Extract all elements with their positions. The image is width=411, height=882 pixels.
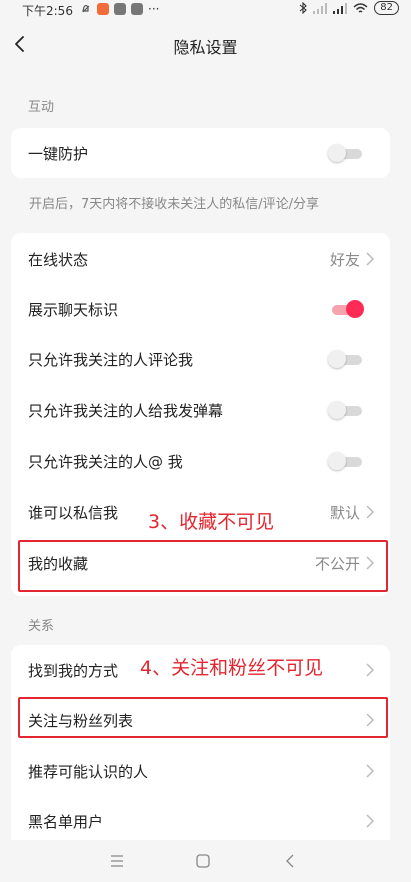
- nav-bar: 隐私设置: [0, 20, 411, 70]
- section-label-interaction: 互动: [28, 100, 55, 115]
- setting-label: 在线状态: [28, 251, 89, 269]
- section-label-relations: 关系: [28, 619, 55, 634]
- battery-indicator: 82: [374, 1, 399, 15]
- page-title: 隐私设置: [173, 38, 238, 57]
- chevron-right-icon: [366, 764, 375, 778]
- app-notification-icon: [97, 3, 109, 15]
- chevron-right-icon: [366, 252, 375, 266]
- setting-label: 展示聊天标识: [28, 301, 119, 319]
- status-system-icons: 82: [299, 1, 399, 15]
- app-notification-icon: [114, 3, 126, 15]
- wifi-icon: [353, 2, 368, 13]
- setting-value: 好友: [329, 251, 360, 269]
- danmaku-only-following-toggle[interactable]: [328, 401, 364, 419]
- setting-row-blacklist[interactable]: 黑名单用户: [11, 796, 390, 846]
- setting-row-comment-only-following[interactable]: 只允许我关注的人评论我: [11, 334, 390, 384]
- mute-icon: [82, 4, 90, 13]
- comment-only-following-toggle[interactable]: [328, 350, 364, 368]
- setting-label: 找到我的方式: [28, 662, 119, 680]
- status-notification-icons: ···: [80, 2, 159, 16]
- chevron-right-icon: [366, 663, 375, 677]
- setting-value: 默认: [329, 504, 360, 522]
- home-icon[interactable]: [193, 852, 213, 870]
- setting-row-danmaku-only-following[interactable]: 只允许我关注的人给我发弹幕: [11, 385, 390, 435]
- back-icon[interactable]: [280, 852, 300, 870]
- one-key-protect-hint: 开启后，7天内将不接收未关注人的私信/评论/分享: [29, 197, 320, 212]
- setting-label: 只允许我关注的人@ 我: [28, 453, 183, 471]
- setting-row-recommend-people[interactable]: 推荐可能认识的人: [11, 746, 390, 796]
- setting-label: 黑名单用户: [28, 813, 104, 831]
- app-notification-icon: [131, 3, 143, 15]
- bluetooth-icon: [299, 2, 308, 14]
- favorites-highlight-box: [18, 540, 388, 592]
- setting-row-online-status[interactable]: 在线状态 好友: [11, 234, 390, 284]
- mention-only-following-toggle[interactable]: [328, 452, 364, 470]
- annotation-favorites-hidden: 3、收藏不可见: [148, 511, 275, 533]
- signal-icon: [333, 2, 348, 14]
- one-key-protect-toggle[interactable]: [328, 144, 364, 162]
- setting-label: 一键防护: [28, 145, 89, 163]
- setting-label: 谁可以私信我: [28, 504, 119, 522]
- chevron-right-icon: [366, 814, 375, 828]
- chevron-right-icon: [366, 505, 375, 519]
- status-time: 下午2:56: [22, 4, 73, 18]
- setting-label: 推荐可能认识的人: [28, 763, 149, 781]
- signal-icon: [313, 2, 328, 14]
- setting-label: 只允许我关注的人评论我: [28, 351, 194, 369]
- one-key-protect-card: 一键防护: [11, 128, 390, 178]
- system-nav-bar: [0, 840, 411, 882]
- follow-list-highlight-box: [18, 697, 388, 738]
- show-chat-badge-toggle[interactable]: [328, 300, 364, 318]
- setting-row-mention-only-following[interactable]: 只允许我关注的人@ 我: [11, 436, 390, 486]
- setting-row-one-key-protect[interactable]: 一键防护: [11, 128, 390, 178]
- more-notifications-icon: ···: [148, 2, 160, 16]
- setting-label: 只允许我关注的人给我发弹幕: [28, 402, 224, 420]
- setting-row-show-chat-badge[interactable]: 展示聊天标识: [11, 284, 390, 334]
- annotation-follow-fans-hidden: 4、关注和粉丝不可见: [140, 657, 324, 679]
- status-bar: 下午2:56 ··· 82: [0, 0, 411, 20]
- menu-icon[interactable]: [107, 852, 127, 870]
